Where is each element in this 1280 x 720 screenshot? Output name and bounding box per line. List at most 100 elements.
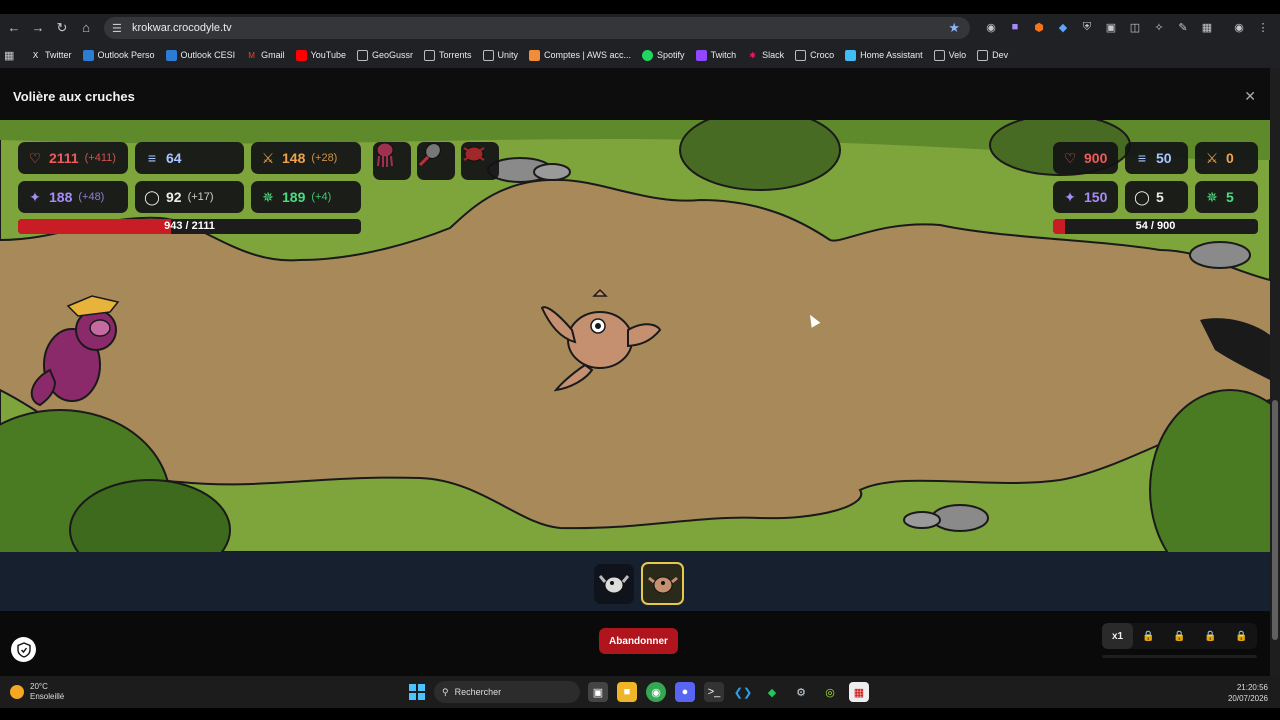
task-view-icon[interactable]: ▣ [588,682,608,702]
discord-icon[interactable]: ● [675,682,695,702]
vscode-icon[interactable]: ❮❯ [733,682,753,702]
abandon-button[interactable]: Abandonner [599,628,678,654]
file-explorer-icon[interactable]: ■ [617,682,637,702]
extension-icon[interactable]: ■ [1006,18,1024,36]
folder-icon [795,49,807,61]
windows-taskbar: 20°C Ensoleillé ⚲ Rechercher ▣ ■ ◉ ● >_ … [0,676,1280,708]
bookmark-star-icon[interactable]: ★ [948,20,960,36]
enemy-hp-value: 900 [1084,150,1108,166]
player-attack-stat: ⚔ 148 (+28) [251,142,361,174]
enemy-health-text: 54 / 900 [1135,220,1176,232]
enemy-magic-stat: ✦ 150 [1053,181,1118,213]
sword-icon: ⚔ [261,149,275,166]
extension-icon[interactable]: ▣ [1102,18,1120,36]
bookmark-twitter[interactable]: X Twitter [30,50,72,61]
player-defense-bonus: (+17) [187,191,214,203]
racket-item-icon[interactable] [417,142,455,180]
bookmark-velo[interactable]: Velo [933,49,966,61]
player-magic-bonus: (+48) [78,191,105,203]
scrollbar-thumb[interactable] [1272,400,1278,640]
terminal-icon[interactable]: >_ [704,682,724,702]
owl-creature-icon[interactable] [594,564,634,604]
shield-icon: ◯ [1134,188,1150,205]
close-icon[interactable]: ✕ [1244,88,1256,105]
bookmark-spotify[interactable]: Spotify [642,49,685,61]
sword-icon: ⚔ [1205,149,1219,166]
agility-icon: ✵ [1206,188,1218,205]
back-icon[interactable]: ← [2,16,26,40]
taskbar-apps: ▣ ■ ◉ ● >_ ❮❯ ◆ ⚙ ◎ ▦ [588,682,869,702]
gmail-icon: M [248,50,255,60]
bookmark-geogussr[interactable]: GeoGussr [356,49,413,61]
address-bar[interactable]: ☰ krokwar.crocodyle.tv ★ [104,17,970,39]
speed-progress [1102,655,1257,658]
agility-icon: ✵ [262,188,274,205]
chrome-icon[interactable]: ◉ [646,682,666,702]
beetle-item-icon[interactable] [461,142,499,180]
lock-icon: 🔒 [1235,630,1248,642]
bookmark-slack[interactable]: ✱ Slack [747,50,784,61]
speed-icon: ≡ [1137,150,1147,166]
bookmark-outlook-cesi[interactable]: Outlook CESI [165,49,235,61]
game-modal: Volière aux cruches ✕ ♡ 2111 (+411) ≡ 64… [0,68,1270,676]
url-text: krokwar.crocodyle.tv [132,22,232,34]
shield-check-icon[interactable] [11,637,36,662]
bookmark-twitch[interactable]: Twitch [695,49,736,61]
player-agility-stat: ✵ 189 (+4) [251,181,361,213]
folder-icon [482,49,494,61]
modal-title: Volière aux cruches [13,89,135,104]
bookmark-outlook-perso[interactable]: Outlook Perso [82,49,155,61]
lock-icon: 🔒 [1173,630,1186,642]
windows-start-icon[interactable] [409,684,425,700]
taskbar-search[interactable]: ⚲ Rechercher [434,681,580,703]
extension-icon[interactable]: ◆ [1054,18,1072,36]
speed-icon: ≡ [147,150,157,166]
app-spiral-icon[interactable]: ◎ [820,682,840,702]
extension-icon[interactable]: ✧ [1150,18,1168,36]
extension-icon[interactable]: ⛨ [1078,18,1096,36]
bookmark-unity[interactable]: Unity [482,49,518,61]
bookmark-aws[interactable]: Comptes | AWS acc... [529,49,631,61]
enemy-magic-value: 150 [1084,189,1108,205]
player-magic-stat: ✦ 188 (+48) [18,181,128,213]
bird-creature-icon[interactable] [641,562,684,605]
player-health-bar: 943 / 2111 [18,219,361,234]
forward-icon[interactable]: → [26,16,50,40]
enemy-defense-value: 5 [1156,189,1164,205]
bookmark-croco[interactable]: Croco [795,49,834,61]
enemy-hp-stat: ♡ 900 [1053,142,1118,174]
bookmark-home-assistant[interactable]: Home Assistant [845,49,923,61]
system-clock[interactable]: 21:20:56 20/07/2026 [1228,682,1268,704]
profile-avatar[interactable]: ◉ [1230,18,1248,36]
extension-icon[interactable]: ◫ [1126,18,1144,36]
heart-icon: ♡ [28,149,42,166]
battle-arena: ♡ 2111 (+411) ≡ 64 ⚔ 148 (+28) ✦ 188 (+4… [0,120,1270,552]
bookmark-gmail[interactable]: M Gmail [246,50,284,61]
pen-icon[interactable]: ✎ [1174,18,1192,36]
menu-icon[interactable]: ⋮ [1254,18,1272,36]
extension-icon[interactable]: ⬢ [1030,18,1048,36]
site-settings-icon[interactable]: ☰ [112,22,126,35]
youtube-icon [295,49,307,61]
apps-grid-icon[interactable]: ▦ [4,49,16,62]
steam-icon[interactable]: ⚙ [791,682,811,702]
enemy-health-bar: 54 / 900 [1053,219,1258,234]
bookmark-torrents[interactable]: Torrents [423,49,472,61]
bookmark-dev[interactable]: Dev [977,49,1008,61]
weather-widget[interactable]: 20°C Ensoleillé [10,682,64,702]
modal-header: Volière aux cruches ✕ [0,68,1270,120]
puzzle-icon[interactable]: ▦ [1198,18,1216,36]
extensions-bar: ◉ ■ ⬢ ◆ ⛨ ▣ ◫ ✧ ✎ ▦ ◉ ⋮ [982,18,1272,36]
reload-icon[interactable]: ↻ [50,16,74,40]
enemy-speed-value: 50 [1156,150,1172,166]
bookmark-youtube[interactable]: YouTube [295,49,346,61]
search-icon: ⚲ [442,686,449,697]
extension-icon[interactable]: ◉ [982,18,1000,36]
speed-x1-button[interactable]: x1 [1102,623,1133,649]
twitch-icon [695,49,707,61]
app-icon[interactable]: ◆ [762,682,782,702]
app-icon[interactable]: ▦ [849,682,869,702]
jellyfish-item-icon[interactable] [373,142,411,180]
home-icon[interactable]: ⌂ [74,16,98,40]
player-speed-value: 64 [166,150,182,166]
